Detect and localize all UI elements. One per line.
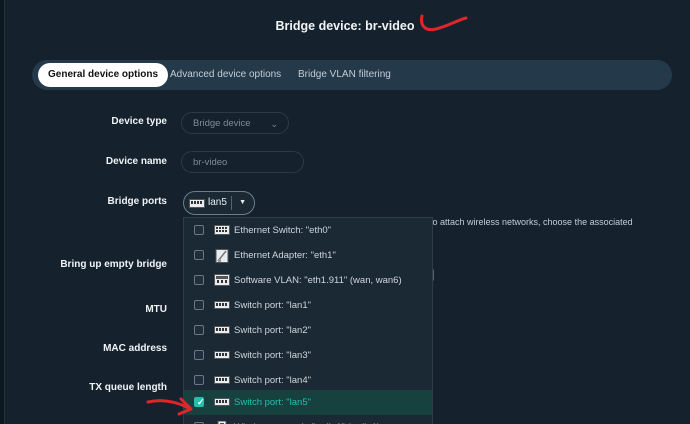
option-eth0[interactable]: Ethernet Switch: "eth0" [184, 218, 432, 243]
tab-general[interactable]: General device options [38, 63, 169, 87]
red-underline-annotation [420, 14, 468, 32]
divider [231, 196, 232, 210]
device-name-label: Device name [105, 156, 167, 167]
device-name-input[interactable]: br-video [181, 151, 304, 173]
dialog-title: Bridge device: br-video [275, 19, 415, 33]
port-icon [214, 351, 230, 359]
device-type-select[interactable]: Bridge device ⌄ [181, 112, 289, 134]
bring-up-label: Bring up empty bridge [60, 259, 167, 270]
option-label: Ethernet Adapter: "eth1" [234, 250, 336, 261]
bridge-ports-multiselect[interactable]: lan5 ▼ [183, 191, 255, 215]
checkbox[interactable] [194, 250, 204, 260]
bridge-ports-label: Bridge ports [107, 196, 167, 207]
vlan-icon [214, 274, 230, 286]
adapter-icon [215, 249, 229, 263]
option-eth1-911[interactable]: Software VLAN: "eth1.911" (wan, wan6) [184, 268, 432, 293]
device-name-value: br-video [193, 157, 228, 168]
port-icon [214, 326, 230, 334]
option-label: Switch port: "lan5" [234, 397, 311, 408]
port-icon [189, 199, 205, 208]
checkbox[interactable] [194, 350, 204, 360]
switch-icon [214, 225, 230, 235]
option-lan2[interactable]: Switch port: "lan2" [184, 318, 432, 343]
caret-down-icon: ▼ [239, 199, 246, 206]
option-label: Switch port: "lan3" [234, 350, 311, 361]
chevron-down-icon: ⌄ [270, 119, 278, 129]
option-lan5[interactable]: ✓ Switch port: "lan5" [184, 390, 432, 415]
option-label: Ethernet Switch: "eth0" [234, 225, 332, 236]
port-icon [214, 376, 230, 384]
tab-advanced[interactable]: Advanced device options [170, 60, 281, 90]
option-lan1[interactable]: Switch port: "lan1" [184, 293, 432, 318]
mtu-label: MTU [145, 304, 167, 315]
checkbox[interactable] [194, 375, 204, 385]
option-radio1[interactable]: Wireless network: "radio1" (radio1) [184, 415, 432, 424]
port-icon [214, 398, 230, 406]
option-label: Software VLAN: "eth1.911" (wan, wan6) [234, 275, 402, 286]
option-lan3[interactable]: Switch port: "lan3" [184, 343, 432, 368]
tab-bridge-vlan[interactable]: Bridge VLAN filtering [298, 60, 391, 90]
port-icon [214, 301, 230, 309]
checkbox[interactable] [194, 225, 204, 235]
bridge-ports-help-text: to attach wireless networks, choose the … [430, 217, 633, 227]
red-arrow-annotation [146, 397, 193, 416]
option-eth1[interactable]: Ethernet Adapter: "eth1" [184, 243, 432, 268]
checkbox[interactable] [194, 300, 204, 310]
tab-bar: General device options Advanced device o… [32, 60, 672, 90]
option-label: Wireless network: "radio1" (radio1) [234, 415, 380, 424]
option-label: Switch port: "lan2" [234, 325, 311, 336]
checkbox[interactable] [194, 275, 204, 285]
option-label: Switch port: "lan1" [234, 300, 311, 311]
device-type-label: Device type [111, 116, 167, 127]
mac-label: MAC address [103, 343, 167, 354]
checkbox[interactable] [194, 325, 204, 335]
device-type-value: Bridge device [193, 118, 251, 129]
bridge-ports-value: lan5 [208, 197, 227, 208]
bridge-ports-dropdown: Ethernet Switch: "eth0" Ethernet Adapter… [183, 217, 433, 424]
